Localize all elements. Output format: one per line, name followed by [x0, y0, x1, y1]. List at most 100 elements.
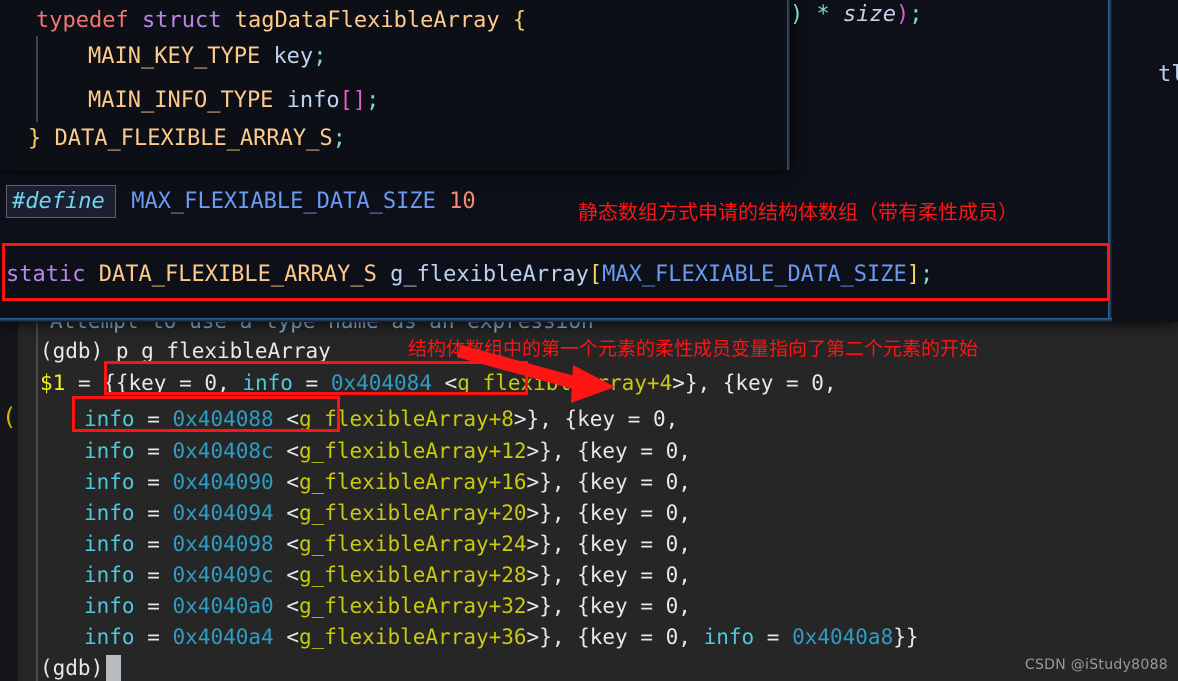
gdb-token: g_flexibleArray+32	[298, 594, 527, 618]
gdb-token: {{key = 0,	[103, 371, 243, 395]
static-declaration-line: static DATA_FLEXIBLE_ARRAY_S g_flexibleA…	[6, 260, 933, 290]
code-token: []	[339, 88, 367, 113]
gdb-line-2: info = 0x404088 <g_flexibleArray+8>}, {k…	[84, 404, 678, 435]
fragment-token: *	[816, 2, 830, 27]
fragment-token: size	[843, 2, 896, 27]
editor-right-edge	[1108, 0, 1112, 322]
gdb-token: =	[134, 501, 173, 525]
code-token: ;	[366, 88, 380, 113]
gdb-token: 0x4040a8	[792, 625, 894, 649]
fragment-token	[830, 2, 843, 27]
code-line-1: MAIN_KEY_TYPE key;	[88, 42, 326, 72]
editor-bottom-edge	[0, 318, 1112, 322]
code-token: typedef	[36, 8, 129, 33]
gdb-token: >}, {key = 0,	[513, 407, 679, 431]
code-token: {	[512, 8, 527, 33]
gdb-token: g_flexibleArray+36	[298, 625, 527, 649]
code-line-2: MAIN_INFO_TYPE info[];	[88, 86, 379, 116]
gdb-token: =	[134, 594, 173, 618]
gdb-line-6: info = 0x404098 <g_flexibleArray+24>}, {…	[84, 529, 691, 560]
gdb-token: 0x404090	[172, 470, 274, 494]
gdb-token: info	[84, 407, 135, 431]
indent-guide	[36, 36, 38, 122]
gdb-token: <	[273, 594, 299, 618]
gdb-token: <	[273, 501, 299, 525]
stray-paren-glyph: (	[2, 403, 17, 431]
gdb-token: =	[134, 439, 173, 463]
gdb-token: g_flexibleArray+4	[457, 371, 673, 395]
gdb-token: 0x40409c	[172, 563, 274, 587]
gdb-token: <	[273, 439, 299, 463]
right-edge-text-fragment: tl	[1158, 62, 1178, 87]
gdb-token: =	[134, 407, 173, 431]
gdb-token: 0x404084	[330, 371, 432, 395]
code-line-0: typedef struct tagDataFlexibleArray {	[36, 6, 526, 36]
gdb-line-8: info = 0x4040a0 <g_flexibleArray+32>}, {…	[84, 591, 691, 622]
gdb-token: <	[431, 371, 458, 395]
gdb-token: =	[65, 371, 104, 395]
gdb-token: >}, {key = 0,	[672, 371, 837, 395]
gdb-token: >}, {key = 0,	[526, 439, 691, 463]
gdb-line-1: $1 = {{key = 0, info = 0x404084 <g_flexi…	[40, 368, 837, 399]
gdb-token: >}, {key = 0,	[526, 532, 691, 556]
code-editor-panel[interactable]: typedef struct tagDataFlexibleArray { MAI…	[0, 0, 1178, 322]
gdb-line-10: (gdb)	[40, 653, 103, 681]
gdb-line-3: info = 0x40408c <g_flexibleArray+12>}, {…	[84, 436, 691, 467]
gdb-line-4: info = 0x404090 <g_flexibleArray+16>}, {…	[84, 467, 691, 498]
gdb-line-9: info = 0x4040a4 <g_flexibleArray+36>}, {…	[84, 622, 919, 653]
static-token: ]	[906, 262, 920, 287]
static-token: MAX_FLEXIABLE_DATA_SIZE	[602, 262, 907, 287]
define-token	[436, 189, 449, 214]
code-token: key	[273, 44, 314, 69]
gdb-token: g_flexibleArray+24	[298, 532, 527, 556]
fragment-token: )	[895, 2, 910, 27]
gdb-token: (gdb)	[40, 656, 104, 680]
gdb-token: <	[273, 407, 299, 431]
gdb-token: 0x4040a4	[172, 625, 274, 649]
gdb-token: g_flexibleArray+28	[298, 563, 527, 587]
static-token: static	[6, 262, 86, 287]
static-token: ;	[919, 262, 934, 287]
code-token: MAIN_INFO_TYPE	[88, 88, 274, 113]
gdb-token: info	[84, 501, 135, 525]
gdb-token: =	[754, 625, 793, 649]
gdb-token: g_flexibleArray+8	[298, 407, 514, 431]
gdb-token: (gdb) p g_flexibleArray	[40, 339, 331, 363]
gdb-token: $1	[40, 371, 66, 395]
gdb-token: g_flexibleArray+12	[298, 439, 527, 463]
annotation-flexible-member-note: 结构体数组中的第一个元素的柔性成员变量指向了第二个元素的开始	[408, 338, 979, 360]
gdb-token: <	[273, 470, 299, 494]
code-token: tagDataFlexibleArray	[234, 8, 500, 33]
define-token: MAX_FLEXIABLE_DATA_SIZE	[131, 189, 436, 214]
gdb-token: =	[292, 371, 331, 395]
define-token	[105, 189, 132, 214]
code-token: struct	[141, 8, 222, 33]
code-token: }	[28, 126, 42, 151]
gdb-token: info	[703, 625, 755, 649]
gdb-token: info	[84, 563, 135, 587]
define-token: #define	[12, 189, 105, 214]
gdb-token: <	[273, 532, 299, 556]
gdb-line-5: info = 0x404094 <g_flexibleArray+20>}, {…	[84, 498, 691, 529]
gdb-token: >}, {key = 0,	[526, 470, 691, 494]
gdb-token: info	[242, 371, 293, 395]
gdb-token: g_flexibleArray+20	[298, 501, 527, 525]
code-token: info	[286, 88, 340, 113]
screenshot-root: Attempt to use a type name as an express…	[0, 0, 1178, 681]
fragment-token: ;	[909, 2, 923, 27]
gdb-line-7: info = 0x40409c <g_flexibleArray+28>}, {…	[84, 560, 691, 591]
gdb-token: <	[273, 563, 299, 587]
gdb-token: }}	[893, 625, 919, 649]
terminal-cursor	[106, 655, 121, 681]
gdb-token: >}, {key = 0,	[526, 625, 704, 649]
gdb-token: =	[134, 625, 173, 649]
code-token: MAIN_KEY_TYPE	[88, 44, 261, 69]
gdb-token: 0x40408c	[172, 439, 274, 463]
gdb-token: g_flexibleArray+16	[298, 470, 527, 494]
static-token: DATA_FLEXIBLE_ARRAY_S	[98, 262, 377, 287]
annotation-static-array-note: 静态数组方式申请的结构体数组（带有柔性成员）	[578, 200, 1018, 224]
